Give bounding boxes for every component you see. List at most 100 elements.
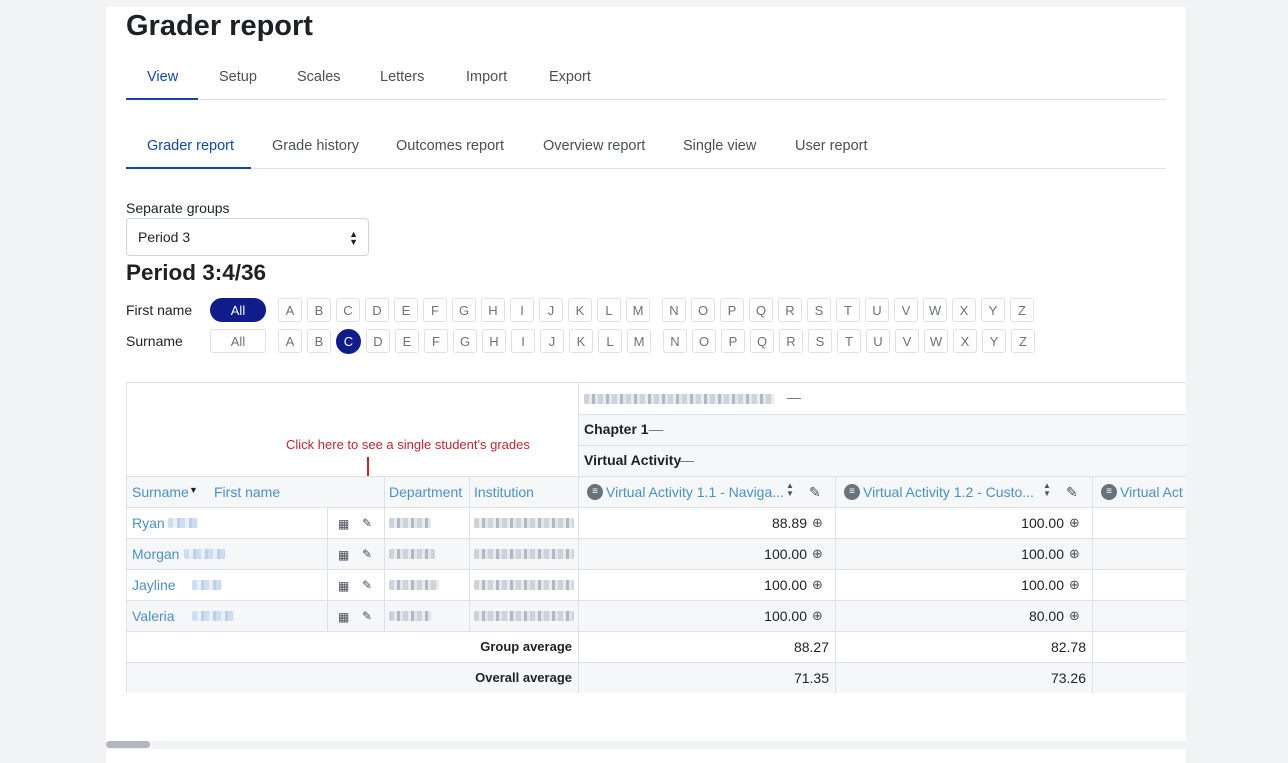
edit-pencil-icon[interactable]: ✎ <box>809 484 821 501</box>
single-view-table-icon[interactable]: ▦ <box>338 518 349 530</box>
surname-initial-x[interactable]: X <box>953 329 977 353</box>
first-name-initial-k[interactable]: K <box>568 298 592 322</box>
first-name-initial-l[interactable]: L <box>597 298 621 322</box>
horizontal-scrollbar[interactable] <box>106 741 1186 749</box>
zoom-in-icon[interactable]: ⊕ <box>812 547 823 560</box>
surname-initial-d[interactable]: D <box>366 329 390 353</box>
tab-setup[interactable]: Setup <box>219 69 257 85</box>
first-name-initial-h[interactable]: H <box>481 298 505 322</box>
user-report-pencil-icon[interactable]: ✎ <box>362 548 372 560</box>
grade-cell[interactable]: 88.89 <box>578 515 807 531</box>
activity-3-header[interactable]: Virtual Act <box>1120 484 1186 500</box>
zoom-in-icon[interactable]: ⊕ <box>812 578 823 591</box>
student-name-link[interactable]: Valeria <box>132 608 175 624</box>
single-view-table-icon[interactable]: ▦ <box>338 580 349 592</box>
tab-grade-history[interactable]: Grade history <box>272 138 359 154</box>
first-name-initial-f[interactable]: F <box>423 298 447 322</box>
tab-view[interactable]: View <box>147 69 178 85</box>
single-view-table-icon[interactable]: ▦ <box>338 549 349 561</box>
first-name-initial-g[interactable]: G <box>452 298 476 322</box>
first-name-initial-u[interactable]: U <box>865 298 889 322</box>
tab-user-report[interactable]: User report <box>795 138 868 154</box>
first-name-initial-w[interactable]: W <box>923 298 947 322</box>
grade-cell[interactable]: 100.00 <box>578 546 807 562</box>
student-name-link[interactable]: Morgan <box>132 546 179 562</box>
sort-icon[interactable]: ▲ ▼ <box>1043 482 1051 498</box>
surname-initial-v[interactable]: V <box>895 329 919 353</box>
surname-initial-p[interactable]: P <box>721 329 745 353</box>
surname-initial-m[interactable]: M <box>627 329 651 353</box>
first-name-initial-z[interactable]: Z <box>1010 298 1034 322</box>
scrollbar-thumb[interactable] <box>106 741 150 748</box>
first-name-initial-q[interactable]: Q <box>749 298 773 322</box>
surname-initial-i[interactable]: I <box>511 329 535 353</box>
user-report-pencil-icon[interactable]: ✎ <box>362 610 372 622</box>
first-name-initial-r[interactable]: R <box>778 298 802 322</box>
surname-initial-r[interactable]: R <box>779 329 803 353</box>
first-name-initial-all[interactable]: All <box>210 298 266 322</box>
tab-scales[interactable]: Scales <box>297 69 341 85</box>
first-name-initial-p[interactable]: P <box>720 298 744 322</box>
grade-cell[interactable]: 100.00 <box>578 577 807 593</box>
first-name-initial-o[interactable]: O <box>691 298 715 322</box>
surname-column-header[interactable]: Surname <box>132 484 189 500</box>
first-name-initial-m[interactable]: M <box>626 298 650 322</box>
sort-icon[interactable]: ▲ ▼ <box>786 482 794 498</box>
collapse-course-icon[interactable]: — <box>787 389 801 405</box>
zoom-in-icon[interactable]: ⊕ <box>1069 516 1080 529</box>
first-name-initial-d[interactable]: D <box>365 298 389 322</box>
first-name-initial-j[interactable]: J <box>539 298 563 322</box>
surname-initial-l[interactable]: L <box>598 329 622 353</box>
tab-grader-report[interactable]: Grader report <box>147 138 234 154</box>
single-view-table-icon[interactable]: ▦ <box>338 611 349 623</box>
student-name-link[interactable]: Jayline <box>132 577 176 593</box>
zoom-in-icon[interactable]: ⊕ <box>812 609 823 622</box>
group-select[interactable]: Period 3 ▲ ▼ <box>126 218 369 256</box>
surname-initial-o[interactable]: O <box>692 329 716 353</box>
surname-initial-w[interactable]: W <box>924 329 948 353</box>
surname-initial-j[interactable]: J <box>540 329 564 353</box>
user-report-pencil-icon[interactable]: ✎ <box>362 579 372 591</box>
user-report-pencil-icon[interactable]: ✎ <box>362 517 372 529</box>
surname-initial-n[interactable]: N <box>663 329 687 353</box>
surname-initial-c[interactable]: C <box>336 329 361 354</box>
surname-initial-b[interactable]: B <box>307 329 331 353</box>
grade-cell[interactable]: 100.00 <box>835 515 1064 531</box>
institution-column-header[interactable]: Institution <box>474 484 534 500</box>
collapse-subcategory-icon[interactable]: — <box>680 452 694 468</box>
first-name-initial-v[interactable]: V <box>894 298 918 322</box>
sort-desc-icon[interactable]: ▼ <box>189 485 198 495</box>
first-name-column-header[interactable]: First name <box>214 484 280 500</box>
tab-letters[interactable]: Letters <box>380 69 424 85</box>
surname-initial-z[interactable]: Z <box>1011 329 1035 353</box>
first-name-initial-c[interactable]: C <box>336 298 360 322</box>
tab-overview-report[interactable]: Overview report <box>543 138 645 154</box>
surname-initial-t[interactable]: T <box>837 329 861 353</box>
first-name-initial-i[interactable]: I <box>510 298 534 322</box>
grade-cell[interactable]: 100.00 <box>578 608 807 624</box>
surname-initial-q[interactable]: Q <box>750 329 774 353</box>
zoom-in-icon[interactable]: ⊕ <box>1069 578 1080 591</box>
tab-outcomes-report[interactable]: Outcomes report <box>396 138 504 154</box>
surname-initial-k[interactable]: K <box>569 329 593 353</box>
surname-initial-a[interactable]: A <box>278 329 302 353</box>
surname-initial-h[interactable]: H <box>482 329 506 353</box>
surname-initial-f[interactable]: F <box>424 329 448 353</box>
zoom-in-icon[interactable]: ⊕ <box>812 516 823 529</box>
surname-initial-all[interactable]: All <box>210 329 266 353</box>
tab-single-view[interactable]: Single view <box>683 138 756 154</box>
edit-pencil-icon[interactable]: ✎ <box>1066 484 1078 501</box>
first-name-initial-x[interactable]: X <box>952 298 976 322</box>
surname-initial-y[interactable]: Y <box>982 329 1006 353</box>
activity-2-header[interactable]: Virtual Activity 1.2 - Custo... <box>863 484 1043 500</box>
first-name-initial-t[interactable]: T <box>836 298 860 322</box>
grade-cell[interactable]: 80.00 <box>835 608 1064 624</box>
zoom-in-icon[interactable]: ⊕ <box>1069 609 1080 622</box>
activity-1-header[interactable]: Virtual Activity 1.1 - Naviga... <box>606 484 786 500</box>
zoom-in-icon[interactable]: ⊕ <box>1069 547 1080 560</box>
surname-initial-u[interactable]: U <box>866 329 890 353</box>
first-name-initial-b[interactable]: B <box>307 298 331 322</box>
surname-initial-e[interactable]: E <box>395 329 419 353</box>
department-column-header[interactable]: Department <box>389 484 462 500</box>
first-name-initial-a[interactable]: A <box>278 298 302 322</box>
